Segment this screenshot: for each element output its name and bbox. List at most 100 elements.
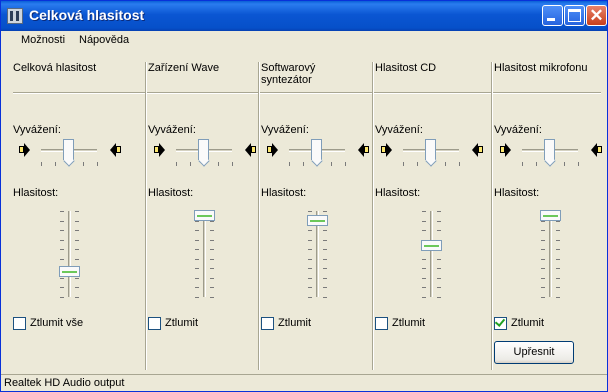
volume-tick (210, 230, 214, 232)
balance-thumb[interactable] (311, 139, 322, 160)
menu-options[interactable]: Možnosti (21, 34, 65, 46)
volume-thumb[interactable] (194, 210, 215, 222)
volume-tick (75, 277, 79, 279)
volume-track (203, 211, 206, 297)
volume-tick (323, 287, 327, 289)
column-divider (145, 62, 147, 370)
balance-slider[interactable] (13, 137, 123, 171)
balance-tick (190, 162, 191, 166)
checkbox-box[interactable] (261, 317, 274, 330)
volume-slider[interactable] (494, 205, 604, 305)
checkbox-box[interactable] (375, 317, 388, 330)
volume-tick (556, 277, 560, 279)
checkbox-box[interactable] (13, 317, 26, 330)
balance-tick (41, 162, 42, 166)
balance-tick (218, 162, 219, 166)
volume-tick (308, 258, 312, 260)
volume-slider[interactable] (148, 205, 258, 305)
volume-tick (541, 277, 545, 279)
speaker-left-icon (381, 143, 393, 157)
volume-tick (60, 249, 64, 251)
volume-tick (60, 220, 64, 222)
volume-tick (541, 230, 545, 232)
mute-label[interactable]: Ztlumit (278, 317, 311, 329)
balance-tick (83, 162, 84, 166)
volume-thumb[interactable] (59, 266, 80, 278)
balance-slider[interactable] (494, 137, 604, 171)
column-title: Hlasitost mikrofonu (494, 62, 588, 74)
volume-tick (422, 297, 426, 298)
mute-label[interactable]: Ztlumit (511, 317, 544, 329)
volume-tick (75, 287, 79, 289)
volume-tick (308, 211, 312, 212)
volume-tick (556, 249, 560, 251)
volume-tick (60, 230, 64, 232)
close-icon: ✕ (589, 6, 604, 25)
balance-slider[interactable] (261, 137, 371, 171)
volume-tick (195, 239, 199, 241)
volume-label: Hlasitost: (148, 187, 194, 199)
mute-label[interactable]: Ztlumit vše (30, 317, 83, 329)
column-title: Zařízení Wave (148, 62, 220, 74)
checkbox-box[interactable] (494, 316, 507, 330)
volume-tick (323, 239, 327, 241)
volume-thumb[interactable] (307, 214, 328, 226)
title-bar[interactable]: Celková hlasitost ✕ (1, 1, 607, 31)
column-title: Celková hlasitost (13, 62, 97, 74)
volume-tick (75, 220, 79, 222)
volume-thumb[interactable] (421, 240, 442, 252)
volume-tick (308, 297, 312, 298)
minimize-icon (547, 18, 555, 21)
volume-thumb[interactable] (540, 210, 561, 222)
volume-tick (308, 249, 312, 251)
balance-label: Vyvážení: (375, 124, 423, 136)
balance-thumb[interactable] (63, 139, 74, 160)
volume-tick (308, 230, 312, 232)
menu-help[interactable]: Nápověda (79, 34, 129, 46)
advanced-button[interactable]: Upřesnit (494, 341, 574, 364)
balance-thumb[interactable] (198, 139, 209, 160)
volume-tick (210, 249, 214, 251)
speaker-right-icon (109, 143, 121, 157)
mixer-column-master: Celková hlasitost Vyvážení: Hlasitost: Ztlu… (13, 62, 125, 370)
mute-label[interactable]: Ztlumit (392, 317, 425, 329)
volume-slider[interactable] (13, 205, 123, 305)
volume-tick (195, 268, 199, 270)
volume-tick (437, 297, 441, 298)
balance-label: Vyvážení: (494, 124, 542, 136)
mixer-column-synth: Softwarový syntezátor Vyvážení: Hlasitost:… (261, 62, 373, 370)
volume-tick (323, 277, 327, 279)
volume-tick (556, 268, 560, 270)
volume-tick (75, 258, 79, 260)
checkbox-box[interactable] (148, 317, 161, 330)
balance-slider[interactable] (375, 137, 485, 171)
column-divider (491, 62, 493, 370)
volume-tick (437, 268, 441, 270)
balance-label: Vyvážení: (261, 124, 309, 136)
volume-tick (437, 230, 441, 232)
balance-tick (303, 162, 304, 166)
speaker-left-icon (154, 143, 166, 157)
balance-tick (522, 162, 523, 166)
maximize-button[interactable] (564, 5, 585, 26)
balance-tick (345, 162, 346, 166)
balance-slider[interactable] (148, 137, 258, 171)
volume-tick (541, 249, 545, 251)
volume-slider[interactable] (261, 205, 371, 305)
volume-tick (195, 297, 199, 298)
speaker-right-icon (357, 143, 369, 157)
mixer-column-cd: Hlasitost CD Vyvážení: Hlasitost: Ztlumit (375, 62, 487, 370)
minimize-button[interactable] (542, 5, 563, 26)
balance-thumb[interactable] (425, 139, 436, 160)
mute-label[interactable]: Ztlumit (165, 317, 198, 329)
volume-slider[interactable] (375, 205, 485, 305)
volume-tick (60, 277, 64, 279)
volume-track (430, 211, 433, 297)
close-button[interactable]: ✕ (586, 5, 607, 26)
volume-tick (437, 277, 441, 279)
balance-thumb[interactable] (544, 139, 555, 160)
menu-bar: Možnosti Nápověda (1, 31, 607, 50)
speaker-right-icon (244, 143, 256, 157)
volume-tick (556, 297, 560, 298)
volume-tick (195, 287, 199, 289)
